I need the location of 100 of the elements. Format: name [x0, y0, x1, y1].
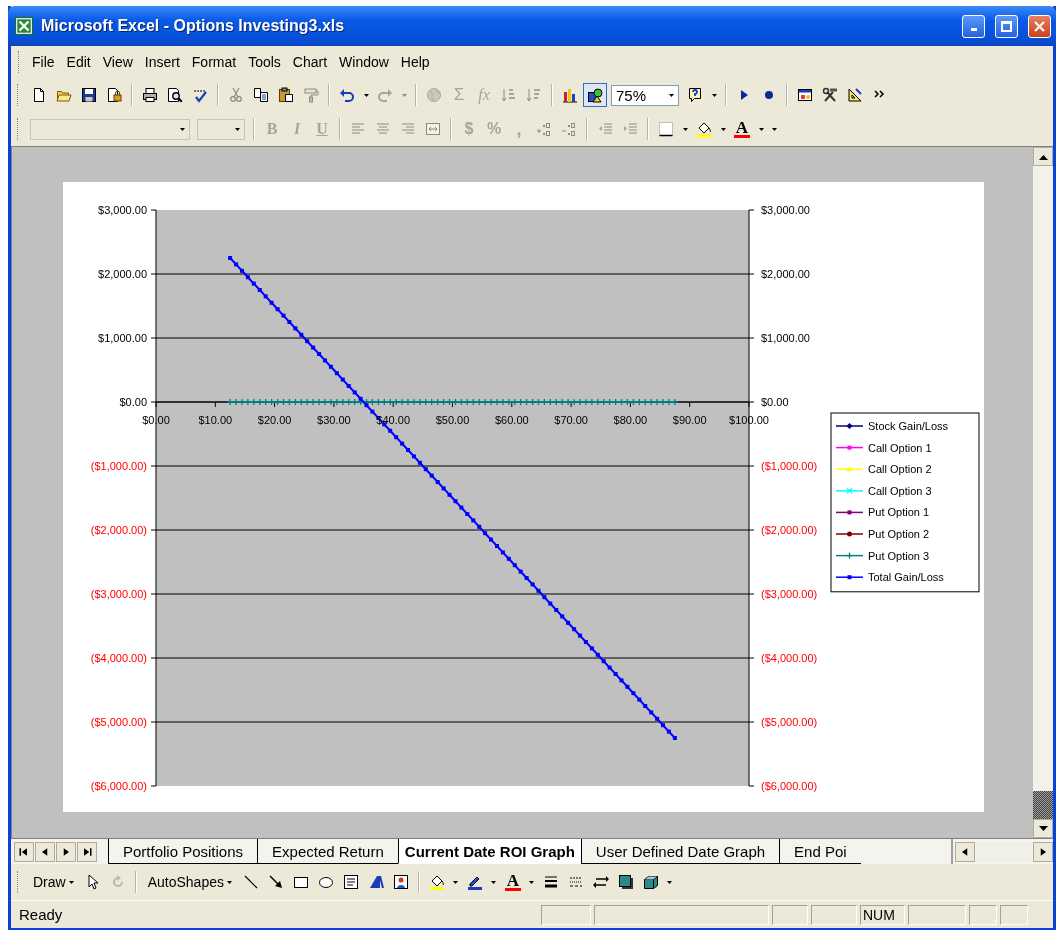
axis-label: $90.00	[672, 414, 707, 426]
legend-label: Stock Gain/Loss	[868, 420, 949, 432]
caret-icon	[401, 93, 407, 97]
maximize-icon	[1001, 20, 1012, 32]
caret-icon	[682, 127, 688, 131]
next-sheet-button[interactable]	[56, 841, 76, 862]
axis-label: ($5,000.00)	[90, 716, 147, 728]
axis-label: $2,000.00	[761, 268, 810, 280]
dash-style-icon	[567, 874, 584, 890]
clipboard-icon	[278, 87, 294, 103]
axis-label: ($6,000.00)	[761, 780, 818, 792]
scroll-up-icon	[1038, 153, 1048, 160]
caret-icon	[758, 127, 764, 131]
axis-label: $1,000.00	[761, 332, 810, 344]
help-icon	[687, 87, 703, 103]
clip-art-icon	[392, 874, 409, 890]
menu-item[interactable]: File	[26, 51, 61, 73]
paint-bucket-icon	[428, 874, 445, 890]
drawing-button[interactable]	[583, 83, 607, 107]
printer-icon	[142, 87, 158, 103]
sheet-tab[interactable]: Current Date ROI Graph	[397, 839, 581, 864]
menu-item[interactable]: Window	[333, 51, 395, 73]
axis-label: ($2,000.00)	[761, 524, 818, 536]
menu-item[interactable]: Format	[185, 51, 243, 73]
menu-item[interactable]: Insert	[138, 51, 186, 73]
axis-label: ($4,000.00)	[90, 652, 147, 664]
axis-label: $0.00	[761, 396, 789, 408]
caret-icon	[669, 93, 674, 97]
scroll-up-button[interactable]	[1033, 147, 1053, 166]
legend-key	[835, 466, 864, 472]
decrease-indent-icon	[597, 121, 613, 137]
menu-item[interactable]: Help	[394, 51, 436, 73]
legend-label: Call Option 3	[868, 484, 932, 497]
line-style-icon	[542, 874, 559, 890]
axis-label: ($1,000.00)	[90, 460, 147, 472]
axis-label: $50.00	[435, 414, 470, 426]
menu-item[interactable]: View	[96, 51, 139, 73]
increase-decimal-icon	[536, 121, 552, 137]
close-button[interactable]	[1028, 14, 1051, 38]
window-title: Microsoft Excel - Options Investing3.xls	[41, 17, 346, 35]
menu-item[interactable]: Edit	[60, 51, 97, 73]
shadow-icon	[617, 874, 634, 890]
menu-button[interactable]: AutoShapes	[141, 870, 238, 894]
previous-sheet-button[interactable]	[35, 841, 55, 862]
scroll-left-button[interactable]	[955, 841, 975, 862]
scroll-thumb[interactable]	[1033, 791, 1053, 819]
caret-icon	[235, 127, 240, 131]
sheet-tab[interactable]: Portfolio Positions	[108, 839, 258, 864]
last-sheet-button[interactable]	[77, 841, 97, 862]
font-color-button[interactable]: A	[500, 870, 525, 894]
axis-label: ($1,000.00)	[761, 460, 818, 472]
arrow-icon	[267, 874, 284, 890]
scroll-right-button[interactable]	[1033, 841, 1053, 862]
maximize-button[interactable]	[995, 14, 1018, 38]
zoom-box[interactable]: 75%	[611, 84, 679, 106]
globe-icon	[426, 87, 442, 103]
minimize-icon	[970, 27, 977, 31]
caret-icon	[667, 880, 673, 884]
font-color-button[interactable]: A	[730, 117, 754, 141]
pen-icon	[466, 874, 483, 890]
legend-label: Call Option 2	[868, 463, 932, 476]
scroll-down-icon	[1038, 825, 1048, 832]
hammer-wrench-icon	[822, 87, 838, 103]
status-panel	[1000, 904, 1028, 925]
status-panel	[969, 904, 997, 925]
sort-descending-icon	[526, 87, 542, 103]
document-lock-icon	[106, 87, 122, 103]
menu-button[interactable]: Draw	[27, 870, 80, 894]
legend-key	[835, 551, 864, 560]
legend-label: Total Gain/Loss	[868, 571, 944, 584]
caret-icon	[226, 880, 232, 884]
menu-item[interactable]: Tools	[242, 51, 287, 73]
axis-label: $80.00	[613, 414, 648, 426]
first-sheet-button[interactable]	[14, 841, 34, 862]
scissors-icon	[228, 87, 244, 103]
sheet-tab[interactable]: User Defined Date Graph	[580, 839, 780, 864]
caret-icon	[711, 93, 717, 97]
new-document-icon	[31, 87, 47, 103]
caret-icon	[529, 880, 535, 884]
sheet-tab[interactable]: End Poi	[779, 839, 861, 864]
status-indicator: NUM	[860, 904, 905, 925]
axis-label: $3,000.00	[761, 204, 810, 216]
menu-item[interactable]: Chart	[286, 51, 334, 73]
cube-icon	[642, 874, 659, 890]
caret-icon	[491, 880, 497, 884]
bar-chart-icon	[562, 87, 578, 103]
legend-label: Put Option 3	[868, 549, 930, 562]
align-right-icon	[400, 121, 416, 137]
shapes-icon	[587, 87, 603, 103]
caret-icon	[68, 880, 74, 884]
scroll-down-button[interactable]	[1033, 819, 1053, 838]
rectangle-icon	[292, 874, 309, 890]
status-panel	[541, 904, 591, 925]
caret-icon	[771, 127, 777, 131]
axis-label: $100.00	[729, 414, 769, 426]
minimize-button[interactable]	[962, 14, 985, 38]
legend-key	[835, 531, 864, 537]
axis-label: $30.00	[317, 414, 351, 426]
paint-bucket-icon	[696, 121, 712, 137]
sheet-tab[interactable]: Expected Return	[257, 839, 398, 864]
